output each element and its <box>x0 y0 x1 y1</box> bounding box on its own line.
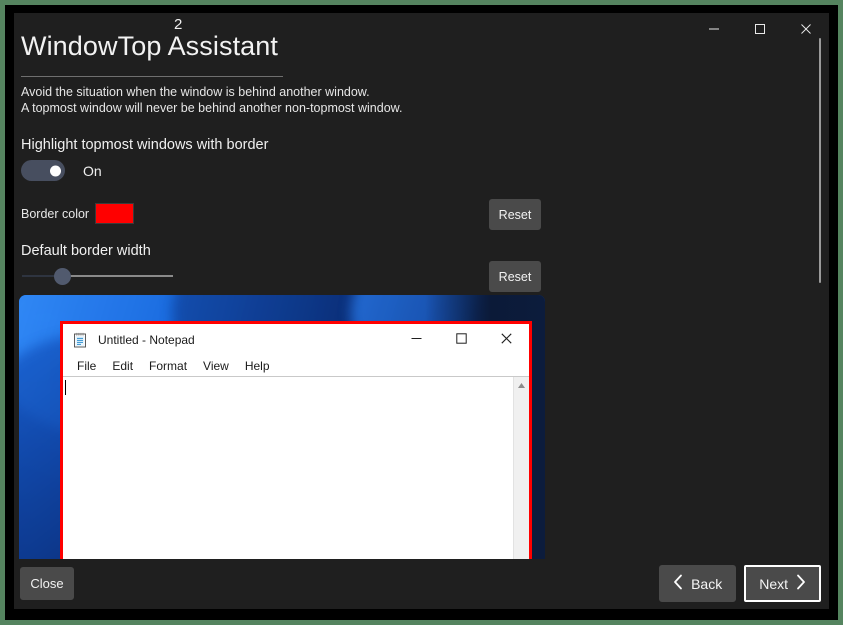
back-button[interactable]: Back <box>659 565 737 602</box>
next-button-label: Next <box>759 575 788 592</box>
close-button[interactable] <box>783 13 829 45</box>
notepad-menu-edit[interactable]: Edit <box>104 359 141 373</box>
back-button-label: Back <box>691 575 723 592</box>
settings-content-area: WindowTop Assistant Avoid the situation … <box>14 13 829 559</box>
notepad-titlebar: Untitled - Notepad <box>63 324 529 355</box>
content-scrollbar[interactable] <box>814 13 826 559</box>
notepad-menu-format[interactable]: Format <box>141 359 195 373</box>
close-icon <box>800 23 812 35</box>
description-line-1: Avoid the situation when the window is b… <box>21 85 370 99</box>
notepad-body <box>63 376 529 559</box>
title-divider <box>21 76 283 77</box>
notepad-window-controls <box>394 324 529 355</box>
slider-track-remaining <box>62 275 173 277</box>
notepad-close-button[interactable] <box>484 324 529 355</box>
minimize-button[interactable] <box>691 13 737 45</box>
reset-border-color-button[interactable]: Reset <box>489 199 541 230</box>
description-line-2: A topmost window will never be behind an… <box>21 101 403 115</box>
toggle-knob <box>50 165 61 176</box>
notepad-maximize-button[interactable] <box>439 324 484 355</box>
scroll-up-arrow-icon[interactable] <box>514 377 529 394</box>
maximize-icon <box>456 332 467 347</box>
notepad-scrollbar[interactable] <box>513 377 529 559</box>
minimize-icon <box>411 332 422 347</box>
notepad-icon <box>72 332 88 348</box>
close-dialog-button[interactable]: Close <box>20 567 74 600</box>
maximize-icon <box>754 23 766 35</box>
screen-background: WindowTop Assistant Avoid the situation … <box>0 0 843 625</box>
text-caret <box>65 380 66 395</box>
next-button[interactable]: Next <box>744 565 821 602</box>
notepad-menu-view[interactable]: View <box>195 359 237 373</box>
reset-border-width-button[interactable]: Reset <box>489 261 541 292</box>
scrollbar-thumb[interactable] <box>819 38 821 283</box>
navigation-buttons: Back Next <box>659 565 821 602</box>
chevron-left-icon <box>673 574 684 593</box>
notepad-preview-window: Untitled - Notepad File Edit Format View… <box>60 321 532 559</box>
footer-bar: Close Back Next <box>14 559 829 609</box>
preview-panel: Untitled - Notepad File Edit Format View… <box>19 295 545 559</box>
window-titlebar <box>14 13 829 59</box>
maximize-button[interactable] <box>737 13 783 45</box>
border-color-label: Border color <box>21 207 90 221</box>
border-color-swatch[interactable] <box>95 203 134 224</box>
minimize-icon <box>708 23 720 35</box>
notepad-text-area[interactable] <box>63 377 513 559</box>
slider-thumb[interactable] <box>54 268 71 285</box>
highlight-setting-label: Highlight topmost windows with border <box>21 137 269 153</box>
notepad-menu-file[interactable]: File <box>69 359 104 373</box>
highlight-toggle-switch[interactable] <box>21 160 65 181</box>
toggle-state-label: On <box>83 162 102 179</box>
border-width-label: Default border width <box>21 243 151 259</box>
chevron-right-icon <box>795 574 806 593</box>
highlight-toggle-row: On <box>21 160 102 181</box>
notepad-minimize-button[interactable] <box>394 324 439 355</box>
windowtop-assistant-window: WindowTop Assistant Avoid the situation … <box>14 13 829 609</box>
close-icon <box>501 332 512 347</box>
notepad-menubar: File Edit Format View Help <box>63 355 529 376</box>
notepad-menu-help[interactable]: Help <box>237 359 278 373</box>
notepad-title: Untitled - Notepad <box>98 332 195 347</box>
border-width-slider[interactable] <box>21 263 206 289</box>
